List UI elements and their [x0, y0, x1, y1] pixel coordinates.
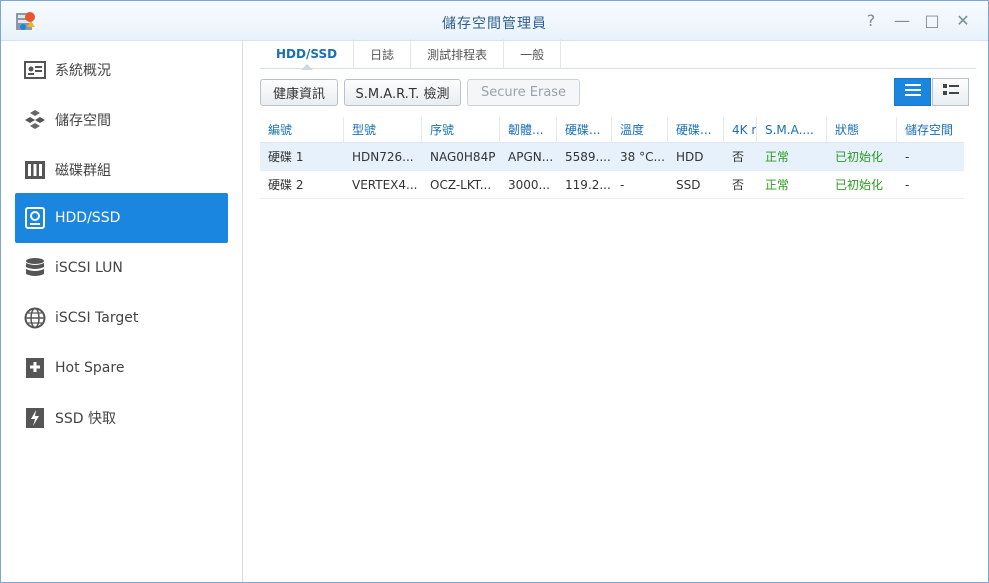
- cell-serial: NAG0H84P: [430, 150, 496, 164]
- globe-icon: [23, 306, 47, 330]
- window-title: 儲存空間管理員: [442, 16, 547, 32]
- cell-model: HDN726...: [352, 150, 414, 164]
- disk-table: 編號 型號 序號 韌體... 硬碟... 溫度 硬碟... 4K n S.M.A…: [260, 117, 964, 199]
- cell-capacity: 119.2...: [565, 178, 611, 192]
- column-header[interactable]: 型號: [344, 117, 422, 143]
- column-header[interactable]: 編號: [260, 117, 344, 143]
- cell-volume: -: [905, 150, 910, 164]
- tab-log[interactable]: 日誌: [354, 39, 412, 69]
- column-header[interactable]: 韌體...: [500, 117, 557, 143]
- secure-erase-button[interactable]: Secure Erase: [467, 79, 580, 106]
- sidebar-item-label: 系統概況: [55, 63, 111, 79]
- detail-view-button[interactable]: [932, 78, 969, 106]
- cell-firmware: APGN...: [508, 150, 554, 164]
- cell-temperature: -: [620, 178, 625, 192]
- sidebar-item-label: 磁碟群組: [55, 163, 111, 179]
- cell-status: 已初始化: [835, 178, 884, 192]
- cell-serial: OCZ-LKT...: [430, 178, 492, 192]
- sidebar-item-iscsi-lun[interactable]: iSCSI LUN: [15, 243, 228, 293]
- sidebar-item-label: 儲存空間: [55, 113, 111, 129]
- column-header[interactable]: 序號: [422, 117, 500, 143]
- sidebar-item-hot-spare[interactable]: Hot Spare: [15, 343, 228, 393]
- health-info-button[interactable]: 健康資訊: [260, 79, 338, 106]
- cell-smart-status: 正常: [765, 178, 790, 192]
- title-bar[interactable]: 儲存空間管理員 ? — □ ✕: [1, 1, 988, 41]
- column-header[interactable]: 儲存空間: [897, 117, 964, 143]
- disk-group-icon: [23, 158, 47, 182]
- list-view-button[interactable]: [894, 78, 931, 106]
- overview-icon: [23, 58, 47, 82]
- sidebar-item-label: Hot Spare: [55, 360, 125, 376]
- tab-general[interactable]: 一般: [504, 39, 562, 69]
- tab-bar: HDD/SSD 日誌 測試排程表 一般: [260, 39, 976, 70]
- sidebar-item-label: iSCSI Target: [55, 310, 139, 326]
- column-header[interactable]: 狀態: [827, 117, 897, 143]
- column-header[interactable]: 溫度: [612, 117, 668, 143]
- help-icon[interactable]: ?: [861, 11, 881, 31]
- cell-capacity: 5589....: [565, 150, 611, 164]
- storage-manager-window: 儲存空間管理員 ? — □ ✕ 系統概況 儲存空間 磁碟群組 HDD/SSD i…: [0, 0, 989, 583]
- cell-status: 已初始化: [835, 150, 884, 164]
- cell-model: VERTEX4...: [352, 178, 418, 192]
- column-header[interactable]: 硬碟...: [557, 117, 612, 143]
- list-view-icon: [904, 84, 921, 100]
- cell-volume: -: [905, 178, 910, 192]
- column-header[interactable]: 4K n: [724, 117, 757, 143]
- sidebar: 系統概況 儲存空間 磁碟群組 HDD/SSD iSCSI LUN iSCSI T…: [1, 41, 243, 582]
- cell-disk-type: HDD: [676, 150, 704, 164]
- cell-4k-native: 否: [732, 150, 745, 164]
- tab-test-schedule[interactable]: 測試排程表: [411, 39, 505, 69]
- table-row[interactable]: 硬碟 2 VERTEX4... OCZ-LKT... 3000... 119.2…: [260, 171, 964, 199]
- detail-view-icon: [942, 84, 959, 100]
- maximize-icon[interactable]: □: [922, 11, 942, 31]
- smart-test-button[interactable]: S.M.A.R.T. 檢測: [344, 79, 461, 106]
- column-header[interactable]: S.M.A....: [757, 117, 827, 143]
- sidebar-item-hdd-ssd[interactable]: HDD/SSD: [15, 193, 228, 243]
- cell-smart-status: 正常: [765, 150, 790, 164]
- hdd-icon: [23, 206, 47, 230]
- cell-firmware: 3000...: [508, 178, 550, 192]
- lightning-icon: [23, 406, 47, 430]
- table-row[interactable]: 硬碟 1 HDN726... NAG0H84P APGN... 5589....…: [260, 143, 964, 171]
- close-icon[interactable]: ✕: [953, 11, 973, 31]
- column-header[interactable]: 硬碟...: [668, 117, 724, 143]
- cubes-icon: [23, 108, 47, 132]
- table-header: 編號 型號 序號 韌體... 硬碟... 溫度 硬碟... 4K n S.M.A…: [260, 117, 964, 143]
- plus-box-icon: [23, 356, 47, 380]
- sidebar-item-volume[interactable]: 儲存空間: [15, 95, 228, 145]
- sidebar-item-iscsi-target[interactable]: iSCSI Target: [15, 293, 228, 343]
- cell-4k-native: 否: [732, 178, 745, 192]
- sidebar-item-disk-group[interactable]: 磁碟群組: [15, 145, 228, 195]
- cell-number: 硬碟 2: [268, 178, 304, 192]
- sidebar-item-label: iSCSI LUN: [55, 260, 123, 276]
- sidebar-item-label: SSD 快取: [55, 411, 117, 427]
- database-icon: [23, 256, 47, 280]
- cell-number: 硬碟 1: [268, 150, 304, 164]
- tab-hdd-ssd[interactable]: HDD/SSD: [260, 39, 355, 70]
- sidebar-item-ssd-cache[interactable]: SSD 快取: [15, 393, 228, 443]
- minimize-icon[interactable]: —: [892, 11, 912, 31]
- cell-disk-type: SSD: [676, 178, 701, 192]
- sidebar-item-label: HDD/SSD: [55, 210, 121, 226]
- sidebar-item-overview[interactable]: 系統概況: [15, 45, 228, 95]
- cell-temperature: 38 °C...: [620, 150, 665, 164]
